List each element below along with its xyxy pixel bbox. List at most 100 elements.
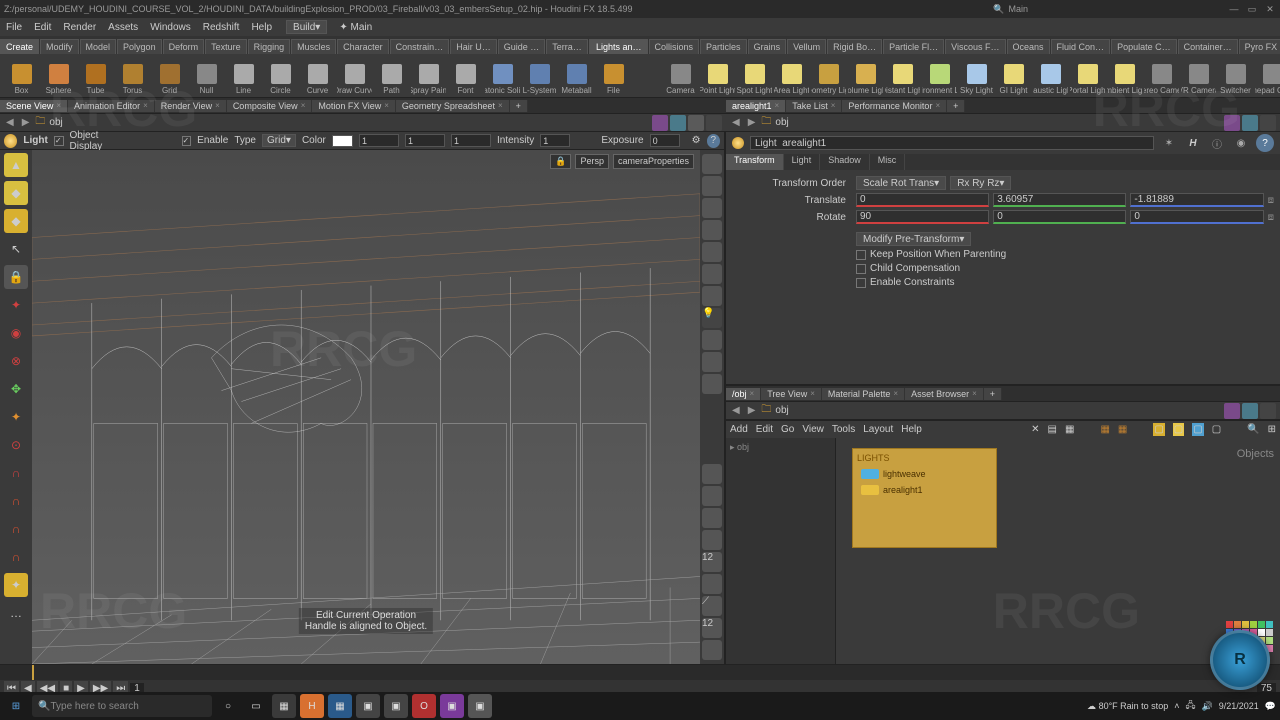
exposure-val[interactable] (650, 134, 680, 147)
magnet4[interactable]: ∩ (4, 545, 28, 569)
globe-icon[interactable] (1242, 115, 1258, 131)
shelf-item[interactable]: Box (4, 57, 39, 95)
shelf-item[interactable]: Metaball (559, 57, 594, 95)
tab-shadow[interactable]: Shadow (820, 154, 870, 170)
help-icon[interactable]: ? (1256, 134, 1274, 152)
gear-icon[interactable]: ✶ (1160, 134, 1178, 152)
net-img[interactable]: ▢ (1192, 423, 1203, 436)
disp-b9[interactable] (702, 640, 722, 660)
disp-b7[interactable]: ⟋ (702, 596, 722, 616)
pane-tab[interactable]: Animation Editor× (68, 100, 155, 112)
menu-help[interactable]: Help (245, 22, 278, 33)
net-script[interactable]: ▢ (1212, 424, 1221, 435)
path-string[interactable]: obj (49, 117, 648, 128)
shelf-item[interactable]: Caustic Light (1033, 57, 1068, 95)
task-app6[interactable]: O (412, 694, 436, 718)
shelf-item[interactable]: VR Camera (1181, 57, 1216, 95)
shelf-tab[interactable]: Texture (205, 39, 247, 54)
color-swatch[interactable] (332, 135, 353, 147)
menu-assets[interactable]: Assets (102, 22, 144, 33)
folder-icon[interactable]: 🗀 (761, 402, 771, 419)
objdisp-check[interactable] (54, 136, 64, 146)
palette-swatch[interactable] (1242, 621, 1249, 628)
shelf-item[interactable]: Stereo Camera (1144, 57, 1179, 95)
color-b[interactable] (451, 134, 491, 147)
shelf-tab[interactable]: Lights an… (590, 39, 648, 54)
view-tool[interactable]: ▲ (4, 153, 28, 177)
pane-tab[interactable]: Scene View× (0, 100, 68, 112)
network-path[interactable]: obj (775, 405, 1220, 416)
lock-icon[interactable]: 🔒 (4, 265, 28, 289)
pane-tab[interactable]: Geometry Spreadsheet× (396, 100, 510, 112)
magnet1[interactable]: ∩ (4, 461, 28, 485)
lock-xyz-icon[interactable]: ⧈ (1268, 195, 1274, 206)
net-grid2[interactable]: ▦ (1118, 424, 1127, 435)
disp-opt4[interactable] (702, 242, 722, 262)
disp-opt6[interactable] (702, 286, 722, 306)
pane-tab[interactable]: Motion FX View× (312, 100, 396, 112)
shelf-tab[interactable]: Fluid Con… (1051, 39, 1111, 54)
red-tool2[interactable]: ◉ (4, 321, 28, 345)
shelf-tab[interactable]: Populate C… (1111, 39, 1177, 54)
palette-swatch[interactable] (1266, 637, 1273, 644)
task-view[interactable]: ▭ (244, 694, 268, 718)
network-tree[interactable]: ▸ obj (726, 438, 836, 664)
modify-pretransform-dd[interactable]: Modify Pre-Transform ▾ (856, 232, 971, 246)
shelf-tab[interactable]: Rigid Bo… (827, 39, 882, 54)
add-tab[interactable]: + (510, 100, 528, 112)
palette-swatch[interactable] (1266, 621, 1273, 628)
disp-lock[interactable] (702, 220, 722, 240)
shelf-item[interactable]: Area Light (774, 57, 809, 95)
shelf-item[interactable]: Gamepad Camera (1255, 57, 1280, 95)
shelf-item[interactable]: Ambient Light (1107, 57, 1142, 95)
back-icon[interactable]: ◀ (730, 117, 742, 128)
shelf-tab[interactable]: Oceans (1007, 39, 1050, 54)
shelf-item[interactable]: Path (374, 57, 409, 95)
menu-edit[interactable]: Edit (28, 22, 57, 33)
net-layout[interactable]: Layout (863, 424, 893, 435)
pane-tab[interactable]: Performance Monitor× (842, 100, 947, 112)
rx-field[interactable]: 90 (856, 210, 989, 224)
pane-tab[interactable]: Tree View× (761, 388, 822, 400)
shelf-item[interactable]: Volume Light (848, 57, 883, 95)
pane-tab[interactable]: /obj× (726, 388, 761, 400)
fwd-icon[interactable]: ▶ (746, 117, 758, 128)
settings-icon[interactable]: ⚙ (692, 135, 701, 146)
shelf-tab[interactable]: Particles (700, 39, 747, 54)
minimize-icon[interactable]: — (1228, 3, 1240, 15)
shelf-tab[interactable]: Grains (748, 39, 787, 54)
disp-b8[interactable]: 12 (702, 618, 722, 638)
shelf-item[interactable]: Spot Light (737, 57, 772, 95)
tab-misc[interactable]: Misc (870, 154, 906, 170)
misc-tool[interactable]: … (4, 601, 28, 625)
tray-up[interactable]: ˄ (1174, 701, 1179, 711)
shelf-item[interactable]: Font (448, 57, 483, 95)
net-edit[interactable]: Edit (756, 424, 773, 435)
shelf-item[interactable]: Point Light (700, 57, 735, 95)
help-icon[interactable]: ? (707, 134, 720, 148)
axis-tool[interactable]: ✦ (4, 405, 28, 429)
net-tool3[interactable]: ▦ (1065, 424, 1074, 435)
child-comp-check[interactable] (856, 264, 866, 274)
shelf-item[interactable]: Sphere (41, 57, 76, 95)
fwd-icon[interactable]: ▶ (20, 117, 32, 128)
shelf-item[interactable]: Camera (663, 57, 698, 95)
playhead[interactable] (32, 665, 34, 680)
disp-opt8[interactable] (702, 374, 722, 394)
palette-swatch[interactable] (1226, 621, 1233, 628)
select-tool2[interactable]: ◆ (4, 209, 28, 233)
net-note[interactable]: ▢ (1153, 423, 1164, 436)
tx-field[interactable]: 0 (856, 193, 989, 207)
red-tool3[interactable]: ⊗ (4, 349, 28, 373)
disp-b6[interactable] (702, 574, 722, 594)
task-app5[interactable]: ▣ (384, 694, 408, 718)
ry-field[interactable]: 0 (993, 210, 1126, 224)
select-tool[interactable]: ◆ (4, 181, 28, 205)
ty-field[interactable]: 3.60957 (993, 193, 1126, 207)
shelf-item[interactable]: Distant Light (885, 57, 920, 95)
disp-opt7[interactable] (702, 352, 722, 372)
max-icon[interactable] (1260, 115, 1276, 131)
task-cortana[interactable]: ○ (216, 694, 240, 718)
shelf-item[interactable]: Platonic Solids (485, 57, 520, 95)
palette-swatch[interactable] (1234, 621, 1241, 628)
